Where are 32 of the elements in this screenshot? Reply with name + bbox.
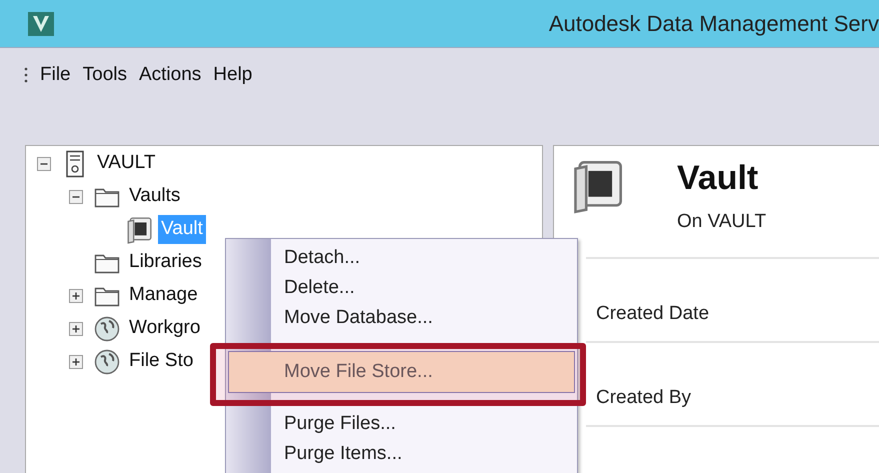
menu-item[interactable]: Actions — [138, 60, 202, 90]
globe-icon — [94, 316, 120, 342]
context-menu-item[interactable]: Delete... — [228, 273, 575, 303]
tree-item[interactable]: Workgro — [126, 314, 204, 343]
globe-icon — [94, 348, 120, 374]
tree-item[interactable]: Manage — [126, 281, 201, 310]
menu-item[interactable]: File — [40, 60, 71, 90]
context-menu-item[interactable]: Purge Items... — [228, 439, 575, 469]
expand-icon[interactable] — [69, 288, 83, 302]
context-menu-item[interactable]: Move File Store... — [228, 351, 575, 393]
tree-item[interactable]: Vaults — [126, 182, 184, 211]
details-title: Vault — [677, 158, 760, 198]
context-menu-item[interactable]: Move Database... — [228, 303, 575, 333]
expand-icon[interactable] — [69, 354, 83, 368]
window-title: Autodesk Data Management Serv — [548, 10, 879, 38]
tree-item[interactable]: Libraries — [126, 248, 205, 277]
tree-item[interactable]: VAULT — [94, 149, 158, 178]
grip-icon — [24, 66, 28, 84]
expand-icon[interactable] — [69, 322, 83, 336]
field-label: Created Date — [596, 302, 710, 326]
context-menu-item[interactable]: Purge Files... — [228, 409, 575, 439]
vault-icon — [125, 216, 153, 244]
field-label: Created By — [596, 386, 692, 410]
tree-item[interactable]: File Sto — [126, 347, 196, 376]
menu-item[interactable]: Help — [213, 60, 252, 90]
details-subtitle: On VAULT — [677, 210, 766, 234]
collapse-icon[interactable] — [69, 190, 83, 204]
context-menu-item[interactable]: Detach... — [228, 243, 575, 273]
collapse-icon[interactable] — [37, 156, 51, 170]
menu-item[interactable]: Tools — [82, 60, 127, 90]
app-logo-icon — [28, 12, 54, 36]
server-icon — [65, 150, 85, 178]
